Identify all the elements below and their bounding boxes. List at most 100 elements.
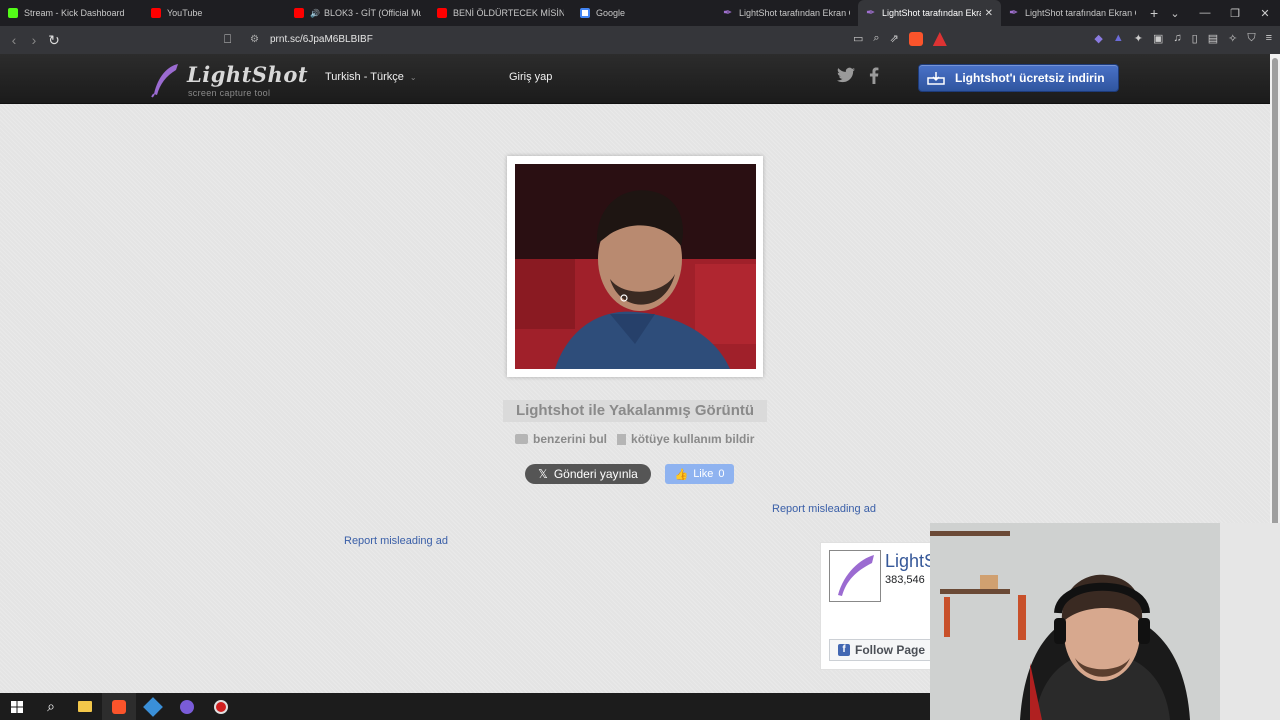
report-icon [617, 433, 627, 445]
tab-google[interactable]: Google [572, 0, 715, 26]
zoom-icon[interactable]: ⌕ [873, 32, 879, 46]
brave-shields-icon[interactable] [908, 32, 923, 46]
vpn-icon[interactable]: ▲ [1113, 32, 1124, 45]
report-abuse-link[interactable]: kötüye kullanım bildir [617, 432, 754, 446]
menu-icon[interactable]: ≡ [1266, 32, 1272, 45]
report-misleading-ad-link[interactable]: Report misleading ad [772, 503, 876, 515]
reload-icon[interactable]: ↻ [44, 32, 64, 49]
taskbar-app-1[interactable] [136, 693, 170, 720]
tab-label: Stream - Kick Dashboard [24, 8, 125, 18]
facebook-icon: f [838, 644, 850, 656]
x-logo-icon: 𝕏 [538, 467, 548, 481]
login-link[interactable]: Giriş yap [509, 71, 552, 83]
screenshot-image[interactable] [515, 164, 756, 369]
tab-label: Google [596, 8, 626, 18]
report-misleading-ad-link-2[interactable]: Report misleading ad [344, 535, 448, 547]
facebook-follow-button[interactable]: f Follow Page [829, 639, 933, 661]
tweet-button[interactable]: 𝕏 Gönderi yayınla [525, 464, 651, 484]
wallet-icon[interactable]: ▣ [1153, 32, 1163, 45]
extensions-area: ◆ ▲ ✦ ▣ ♫ ▯ ▤ ✧ ⛉ ≡ [1094, 32, 1272, 45]
address-bar[interactable]: prnt.sc/6JpaM6BLBIBF [270, 34, 373, 45]
maximize-icon[interactable]: ❐ [1220, 7, 1250, 20]
tab-kick-dashboard[interactable]: Stream - Kick Dashboard [0, 0, 143, 26]
like-label: Like [693, 468, 714, 480]
facebook-page-avatar[interactable] [829, 550, 881, 602]
browser-toolbar: ‹ › ↻ ⎕ ⚙ prnt.sc/6JpaM6BLBIBF ▭ ⌕ ⇗ ◆ ▲… [0, 26, 1280, 54]
back-icon[interactable]: ‹ [4, 32, 24, 48]
sidebar-icon[interactable]: ▯ [1192, 32, 1198, 45]
lightshot-feather-icon: ✒ [866, 7, 876, 19]
lightshot-feather-icon: ✒ [1009, 7, 1019, 19]
app-icon [180, 699, 194, 714]
tab-beni-oldurtecek[interactable]: BENİ ÖLDÜRTECEK MİSİN! Türk [429, 0, 572, 26]
tab-lightshot-3[interactable]: ✒ LightShot tarafından Ekran Gör [1001, 0, 1144, 26]
tab-lightshot-active[interactable]: ✒ LightShot tarafından Ekran ✕ [858, 0, 1001, 26]
follow-label: Follow Page [855, 643, 926, 657]
bookmark-icon[interactable]: ⎕ [224, 32, 231, 47]
camera-icon [515, 434, 528, 444]
taskbar-search[interactable]: ⌕ [34, 693, 68, 720]
twitter-icon[interactable] [837, 67, 855, 83]
minimize-icon[interactable]: — [1190, 7, 1220, 19]
youtube-icon [437, 8, 447, 18]
feather-logo-icon [838, 555, 874, 596]
tab-blok3-music[interactable]: 🔊 BLOK3 - GİT (Official Music [286, 0, 429, 26]
forward-icon[interactable]: › [24, 32, 44, 48]
tab-label: LightShot tarafından Ekran [882, 8, 981, 18]
taskbar-brave[interactable] [102, 693, 136, 720]
brave-icon [112, 699, 126, 714]
extension-icon[interactable]: ◆ [1094, 32, 1102, 45]
tab-label: YouTube [167, 8, 203, 18]
screenshot-photo [515, 164, 756, 369]
download-button[interactable]: Lightshot'ı ücretsiz indirin [918, 64, 1119, 92]
taskbar-app-2[interactable] [170, 693, 204, 720]
folder-icon [78, 701, 92, 712]
language-label: Turkish - Türkçe [325, 71, 404, 83]
facebook-followers-count: 383,546 [885, 574, 925, 586]
new-tab-button[interactable]: + [1150, 5, 1158, 21]
tab-search-icon[interactable]: ⌄ [1160, 7, 1190, 20]
window-controls: ⌄ — ❐ ✕ [1160, 0, 1280, 26]
tab-label: BENİ ÖLDÜRTECEK MİSİN! Türk [453, 8, 564, 18]
logo-tagline: screen capture tool [188, 88, 271, 98]
facebook-icon[interactable] [869, 67, 879, 84]
close-tab-icon[interactable]: ✕ [985, 8, 993, 19]
tab-label: LightShot tarafından Ekran Gör [739, 8, 850, 18]
screenshot-frame [507, 156, 763, 377]
app-icon [143, 696, 163, 717]
tab-lightshot-1[interactable]: ✒ LightShot tarafından Ekran Gör [715, 0, 858, 26]
close-window-icon[interactable]: ✕ [1250, 7, 1280, 20]
report-abuse-label: kötüye kullanım bildir [631, 432, 755, 446]
taskbar-app-3[interactable] [204, 693, 238, 720]
taskbar-file-explorer[interactable] [68, 693, 102, 720]
leo-icon[interactable]: ✧ [1228, 32, 1237, 45]
tab-label: BLOK3 - GİT (Official Music [323, 8, 421, 18]
thumbs-up-icon: 👍 [674, 468, 689, 481]
logo-name: LightShot [187, 62, 309, 87]
youtube-icon [151, 8, 161, 18]
media-icon[interactable]: ♫ [1173, 32, 1181, 45]
search-icon: ⌕ [47, 698, 55, 714]
address-bar-actions: ▭ ⌕ ⇗ [853, 32, 947, 46]
share-icon[interactable]: ⇗ [890, 32, 899, 46]
brave-rewards-icon[interactable] [932, 32, 947, 46]
puzzle-icon[interactable]: ✦ [1134, 32, 1143, 45]
cast-icon[interactable]: ▭ [853, 32, 863, 46]
facebook-like-button[interactable]: 👍 Like 0 [665, 464, 734, 484]
lightshot-feather-icon: ✒ [723, 7, 733, 19]
like-count: 0 [718, 468, 725, 480]
social-links [837, 67, 879, 84]
chevron-down-icon: ⌄ [409, 73, 417, 82]
find-similar-link[interactable]: benzerini bul [515, 432, 607, 446]
audio-playing-icon[interactable]: 🔊 [310, 9, 320, 18]
wallet2-icon[interactable]: ▤ [1208, 32, 1218, 45]
site-info-icon[interactable]: ⚙ [250, 34, 259, 45]
start-button[interactable] [0, 693, 34, 720]
facebook-page-widget: LightSh 383,546 f Follow Page [820, 542, 946, 670]
app-icon [214, 699, 228, 714]
image-caption: Lightshot ile Yakalanmış Görüntü [503, 400, 767, 422]
lightshot-logo[interactable]: LightShot screen capture tool [150, 60, 308, 100]
vpn-shield-icon[interactable]: ⛉ [1247, 32, 1255, 45]
tab-youtube[interactable]: YouTube [143, 0, 286, 26]
language-selector[interactable]: Turkish - Türkçe ⌄ [325, 71, 417, 83]
